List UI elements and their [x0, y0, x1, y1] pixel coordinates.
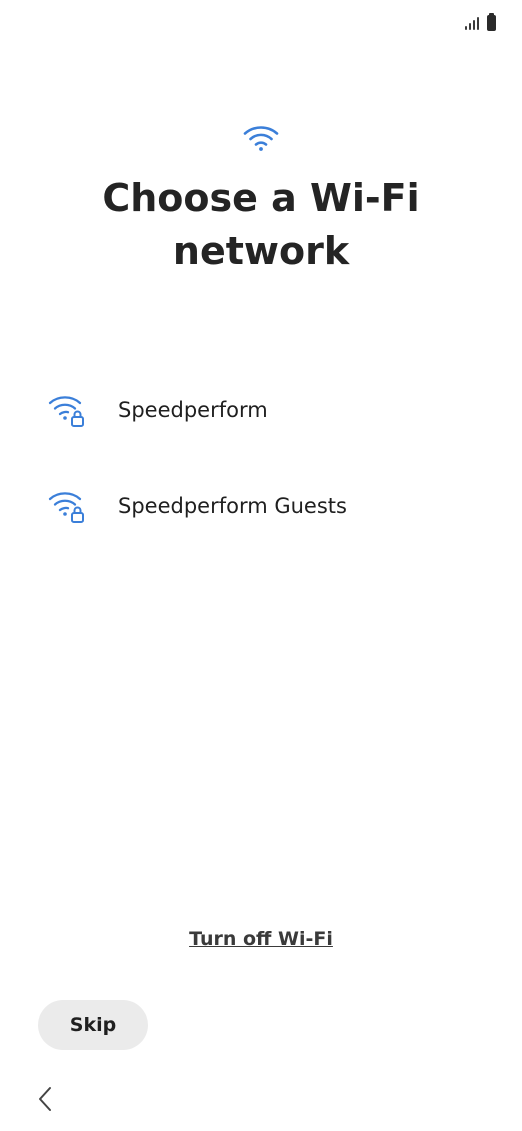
- wifi-icon: [243, 126, 279, 151]
- page-title: Choose a Wi-Fi network: [0, 172, 522, 278]
- network-list: Speedperform Speedperform Guests: [0, 362, 522, 554]
- network-name: Speedperform: [118, 398, 268, 422]
- turn-off-wifi-link[interactable]: Turn off Wi-Fi: [189, 928, 333, 950]
- status-bar: [465, 10, 496, 36]
- back-chevron-icon[interactable]: [34, 1084, 58, 1114]
- page-title-line-2: network: [172, 229, 350, 273]
- network-item-speedperform-guests[interactable]: Speedperform Guests: [0, 458, 522, 554]
- battery-icon: [487, 13, 496, 31]
- wifi-lock-icon: [48, 492, 84, 523]
- signal-icon: [465, 16, 481, 30]
- skip-button[interactable]: Skip: [38, 1000, 148, 1050]
- network-name: Speedperform Guests: [118, 494, 347, 518]
- wifi-lock-icon: [48, 396, 84, 427]
- turn-off-wifi-container: Turn off Wi-Fi: [0, 928, 522, 950]
- network-item-speedperform[interactable]: Speedperform: [0, 362, 522, 458]
- header-wifi-container: [0, 124, 522, 152]
- page-title-line-1: Choose a Wi-Fi: [102, 176, 420, 220]
